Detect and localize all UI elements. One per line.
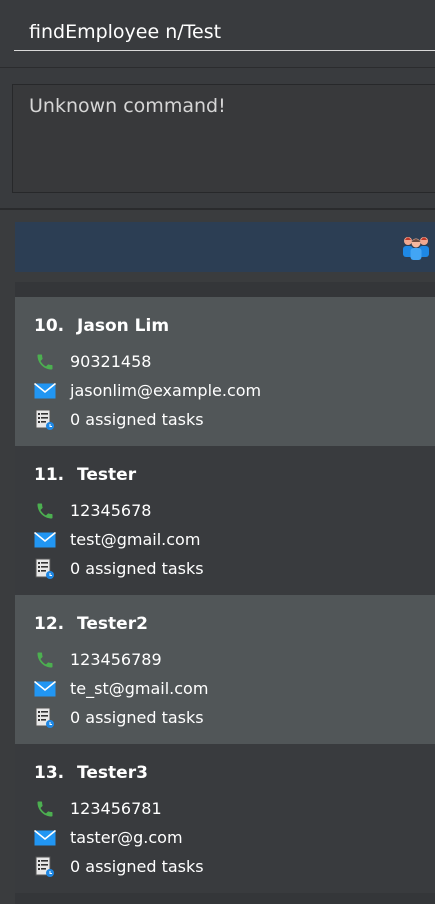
employee-name: Jason Lim — [77, 316, 170, 336]
employee-name: Tester — [77, 465, 137, 485]
employee-phone: 12345678 — [70, 501, 152, 520]
employee-index: 13. — [34, 763, 65, 783]
command-box-pane — [0, 0, 435, 68]
employee-list-pane: 10. Jason Lim 90321458 jasonlim@example.… — [0, 210, 435, 904]
employee-tasks-row: 0 assigned tasks — [34, 405, 435, 434]
employee-card[interactable]: 12. Tester2 123456789 te_st@gmail.com 0 … — [15, 595, 435, 744]
employee-index: 12. — [34, 614, 65, 634]
task-list-icon — [34, 707, 56, 729]
employee-card[interactable]: 10. Jason Lim 90321458 jasonlim@example.… — [15, 297, 435, 446]
employee-title: 12. Tester2 — [34, 613, 435, 637]
employee-title: 13. Tester3 — [34, 762, 435, 786]
email-icon — [34, 529, 56, 551]
employee-name: Tester2 — [77, 614, 148, 634]
result-display: Unknown command! — [12, 84, 435, 193]
phone-icon — [34, 500, 56, 522]
employee-email-row: te_st@gmail.com — [34, 674, 435, 703]
task-list-icon — [34, 558, 56, 580]
list-top-strip — [15, 282, 435, 297]
employee-name: Tester3 — [77, 763, 148, 783]
employee-phone: 123456781 — [70, 799, 162, 818]
employee-email-row: test@gmail.com — [34, 525, 435, 554]
result-display-pane: Unknown command! — [0, 68, 435, 210]
employee-tasks-row: 0 assigned tasks — [34, 554, 435, 583]
employee-tasks-row: 0 assigned tasks — [34, 703, 435, 732]
employee-phone-row: 12345678 — [34, 496, 435, 525]
employee-title: 10. Jason Lim — [34, 315, 435, 339]
employee-email-row: taster@g.com — [34, 823, 435, 852]
employee-phone: 123456789 — [70, 650, 162, 669]
phone-icon — [34, 649, 56, 671]
result-message: Unknown command! — [29, 95, 226, 117]
employee-tasks: 0 assigned tasks — [70, 410, 204, 429]
command-input[interactable] — [14, 14, 435, 51]
employee-email: taster@g.com — [70, 828, 183, 847]
task-list-icon — [34, 856, 56, 878]
phone-icon — [34, 351, 56, 373]
employee-tasks: 0 assigned tasks — [70, 857, 204, 876]
employee-phone: 90321458 — [70, 352, 152, 371]
employee-index: 10. — [34, 316, 65, 336]
employee-email: te_st@gmail.com — [70, 679, 209, 698]
list-bottom-strip — [15, 893, 435, 904]
employee-email-row: jasonlim@example.com — [34, 376, 435, 405]
employee-email: jasonlim@example.com — [70, 381, 262, 400]
email-icon — [34, 827, 56, 849]
employee-tasks: 0 assigned tasks — [70, 708, 204, 727]
email-icon — [34, 678, 56, 700]
employee-index: 11. — [34, 465, 65, 485]
employee-tasks: 0 assigned tasks — [70, 559, 204, 578]
employee-phone-row: 123456781 — [34, 794, 435, 823]
employee-tasks-row: 0 assigned tasks — [34, 852, 435, 881]
employee-card[interactable]: 13. Tester3 123456781 taster@g.com 0 ass… — [15, 744, 435, 893]
employee-phone-row: 123456789 — [34, 645, 435, 674]
phone-icon — [34, 798, 56, 820]
task-list-icon — [34, 409, 56, 431]
employee-email: test@gmail.com — [70, 530, 201, 549]
employee-list: 10. Jason Lim 90321458 jasonlim@example.… — [15, 297, 435, 893]
app-window: Unknown command! 10. — [0, 0, 435, 904]
team-icon[interactable] — [401, 232, 431, 262]
employee-title: 11. Tester — [34, 464, 435, 488]
employee-phone-row: 90321458 — [34, 347, 435, 376]
email-icon — [34, 380, 56, 402]
list-header-bar — [15, 222, 435, 272]
employee-card[interactable]: 11. Tester 12345678 test@gmail.com 0 ass… — [15, 446, 435, 595]
